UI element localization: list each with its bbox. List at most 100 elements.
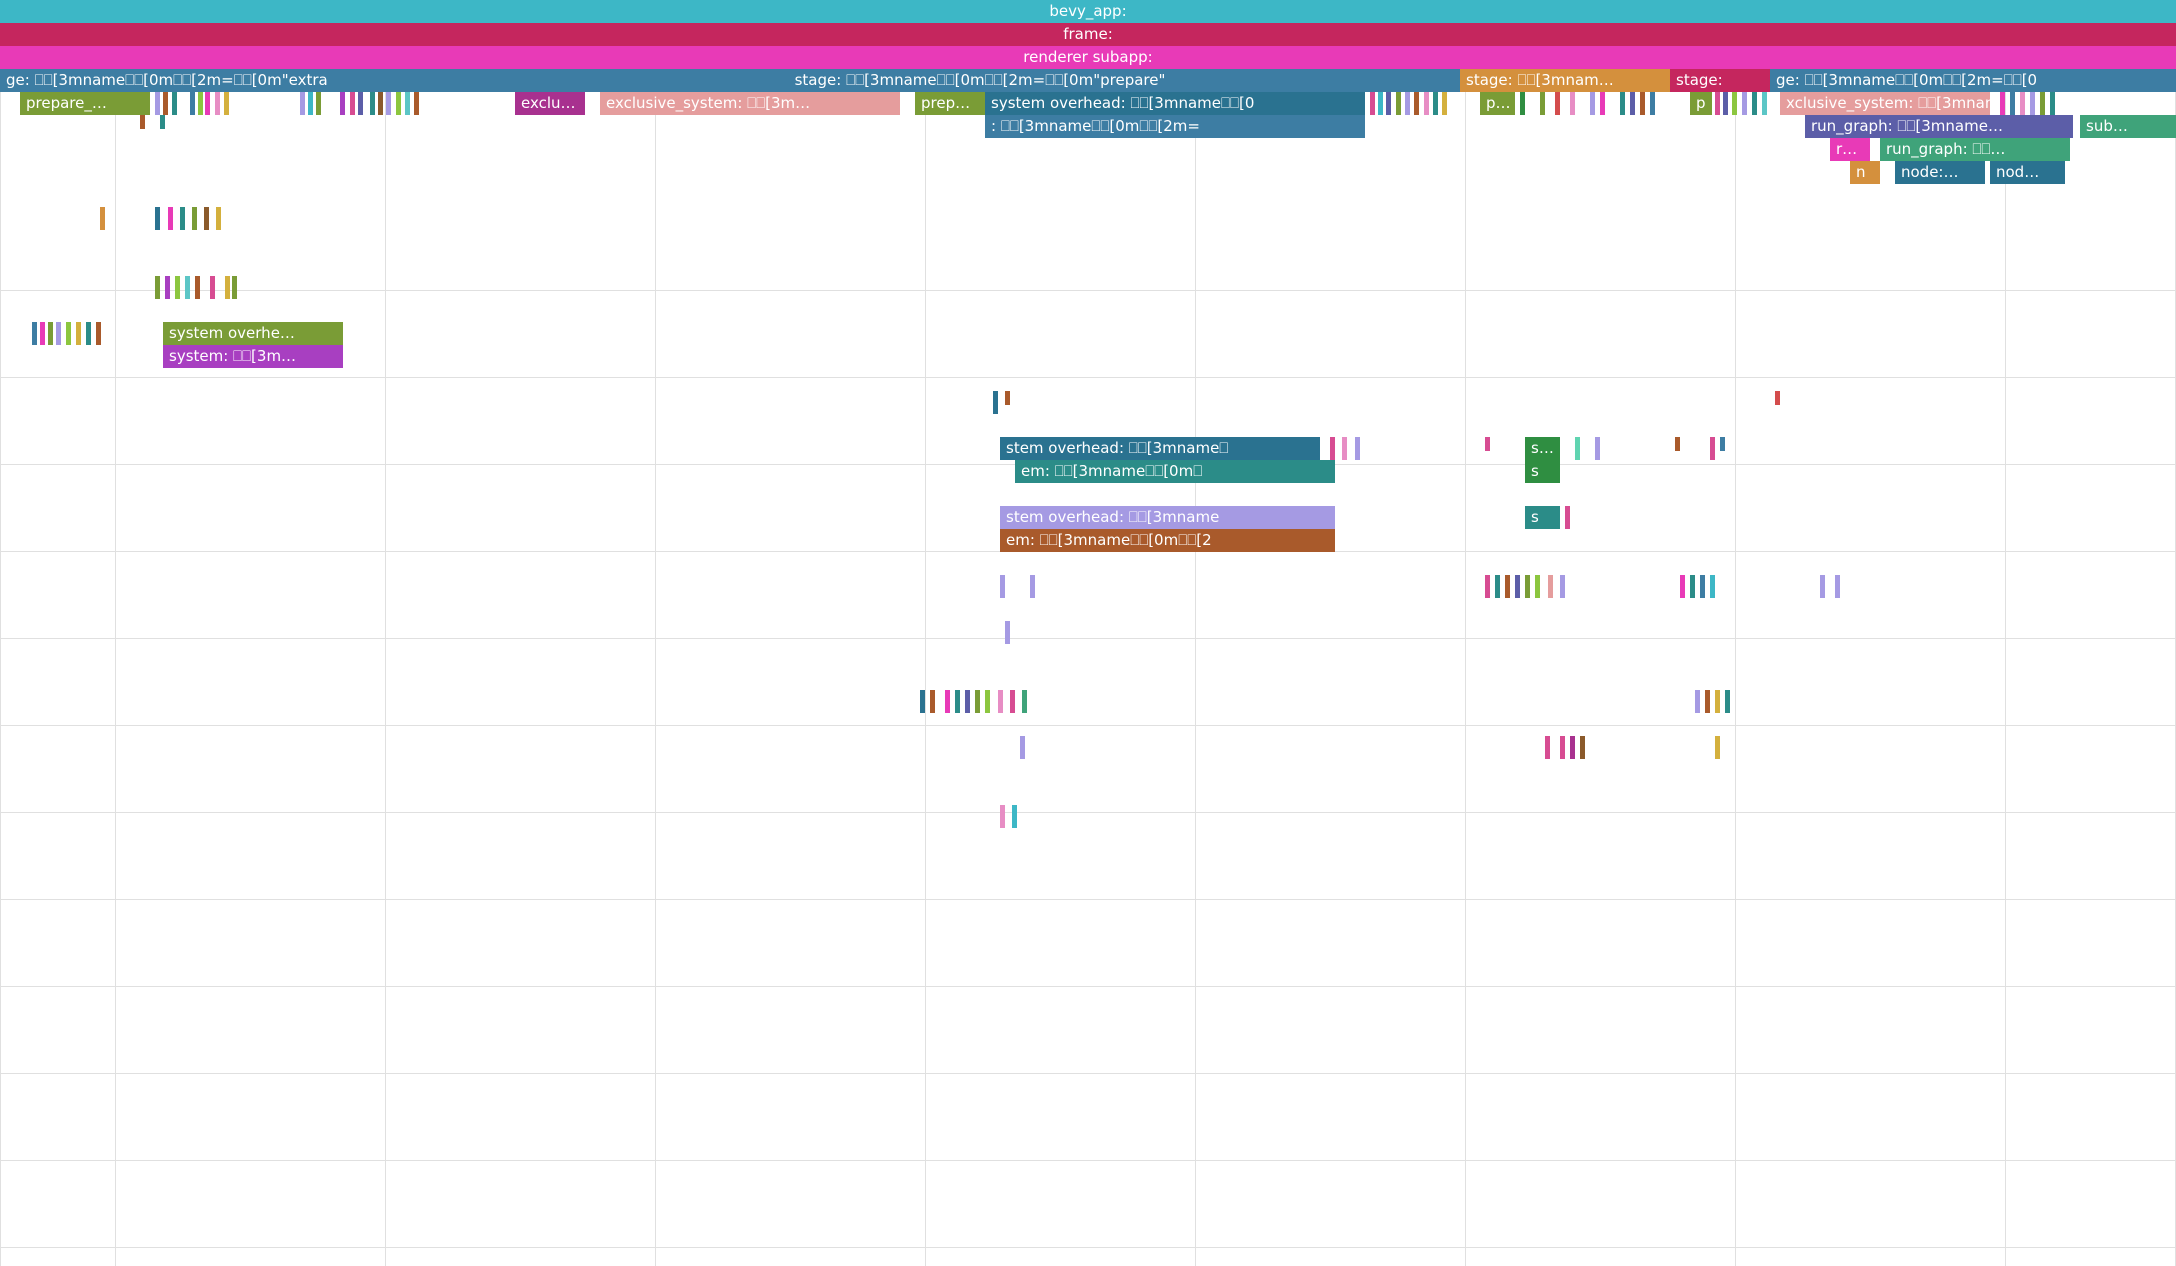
trace-tick[interactable] — [1022, 690, 1027, 713]
trace-tick[interactable] — [1820, 575, 1825, 598]
trace-tick[interactable] — [2020, 92, 2025, 115]
trace-span[interactable]: stage: ⎕⎕[3mname⎕⎕[0m⎕⎕[2m=⎕⎕[0m"prepare… — [500, 69, 1460, 92]
trace-tick[interactable] — [1405, 92, 1410, 115]
trace-tick[interactable] — [370, 92, 375, 115]
flame-timeline[interactable]: bevy_app:frame:renderer subapp:ge: ⎕⎕[3m… — [0, 0, 2176, 1266]
trace-tick[interactable] — [160, 115, 165, 129]
trace-tick[interactable] — [1705, 690, 1710, 713]
trace-span[interactable]: run_graph: ⎕⎕… — [1880, 138, 2070, 161]
trace-tick[interactable] — [1700, 575, 1705, 598]
trace-tick[interactable] — [48, 322, 53, 345]
trace-tick[interactable] — [1695, 690, 1700, 713]
trace-tick[interactable] — [1690, 575, 1695, 598]
trace-tick[interactable] — [358, 92, 363, 115]
trace-tick[interactable] — [1595, 437, 1600, 460]
trace-tick[interactable] — [1525, 575, 1530, 598]
trace-tick[interactable] — [975, 690, 980, 713]
trace-tick[interactable] — [1715, 690, 1720, 713]
trace-tick[interactable] — [1396, 92, 1401, 115]
trace-tick[interactable] — [1012, 805, 1017, 828]
trace-tick[interactable] — [1442, 92, 1447, 115]
trace-tick[interactable] — [1752, 92, 1757, 115]
trace-tick[interactable] — [1590, 92, 1595, 115]
trace-span[interactable]: : ⎕⎕[3mname⎕⎕[0m⎕⎕[2m= — [985, 115, 1365, 138]
trace-tick[interactable] — [1715, 92, 1720, 115]
trace-tick[interactable] — [168, 207, 173, 230]
trace-span[interactable]: s — [1525, 460, 1560, 483]
trace-tick[interactable] — [1650, 92, 1655, 115]
trace-span[interactable]: frame: — [0, 23, 2176, 46]
trace-span[interactable]: renderer subapp: — [0, 46, 2176, 69]
trace-tick[interactable] — [386, 92, 391, 115]
trace-tick[interactable] — [930, 690, 935, 713]
trace-tick[interactable] — [1005, 391, 1010, 405]
trace-tick[interactable] — [1775, 391, 1780, 405]
trace-tick[interactable] — [204, 207, 209, 230]
trace-tick[interactable] — [378, 92, 383, 115]
trace-tick[interactable] — [2050, 92, 2055, 115]
trace-tick[interactable] — [1710, 575, 1715, 598]
trace-tick[interactable] — [210, 276, 215, 299]
trace-span[interactable]: em: ⎕⎕[3mname⎕⎕[0m⎕⎕[2 — [1000, 529, 1335, 552]
trace-span[interactable]: stem overhead: ⎕⎕[3mname⎕ — [1000, 437, 1320, 460]
trace-tick[interactable] — [340, 92, 345, 115]
trace-tick[interactable] — [1762, 92, 1767, 115]
trace-tick[interactable] — [1575, 437, 1580, 460]
trace-span[interactable]: stage: — [1670, 69, 1770, 92]
trace-span[interactable]: node:… — [1895, 161, 1985, 184]
trace-tick[interactable] — [1723, 92, 1728, 115]
trace-tick[interactable] — [1720, 437, 1725, 451]
trace-tick[interactable] — [1710, 437, 1715, 460]
trace-tick[interactable] — [205, 92, 210, 115]
trace-tick[interactable] — [1010, 690, 1015, 713]
trace-tick[interactable] — [405, 92, 410, 115]
trace-tick[interactable] — [172, 92, 177, 115]
trace-span[interactable]: sub… — [2080, 115, 2176, 138]
trace-tick[interactable] — [86, 322, 91, 345]
trace-tick[interactable] — [1630, 92, 1635, 115]
trace-tick[interactable] — [198, 92, 203, 115]
trace-tick[interactable] — [40, 322, 45, 345]
trace-tick[interactable] — [32, 322, 37, 345]
trace-tick[interactable] — [1555, 92, 1560, 115]
trace-tick[interactable] — [955, 690, 960, 713]
trace-tick[interactable] — [396, 92, 401, 115]
trace-tick[interactable] — [1560, 736, 1565, 759]
trace-tick[interactable] — [155, 276, 160, 299]
trace-tick[interactable] — [216, 207, 221, 230]
trace-tick[interactable] — [163, 92, 168, 115]
trace-tick[interactable] — [76, 322, 81, 345]
trace-tick[interactable] — [180, 207, 185, 230]
trace-tick[interactable] — [1545, 736, 1550, 759]
trace-span[interactable]: system: ⎕⎕[3m… — [163, 345, 343, 368]
trace-tick[interactable] — [945, 690, 950, 713]
trace-tick[interactable] — [350, 92, 355, 115]
trace-span[interactable]: xclusive_system: ⎕⎕[3mname… — [1780, 92, 1990, 115]
trace-tick[interactable] — [185, 276, 190, 299]
trace-tick[interactable] — [155, 92, 160, 115]
trace-tick[interactable] — [1355, 437, 1360, 460]
trace-span[interactable]: prepare_… — [20, 92, 150, 115]
trace-tick[interactable] — [1386, 92, 1391, 115]
trace-tick[interactable] — [308, 92, 313, 115]
trace-tick[interactable] — [1520, 92, 1525, 115]
trace-tick[interactable] — [175, 276, 180, 299]
trace-tick[interactable] — [1732, 92, 1737, 115]
trace-tick[interactable] — [2030, 92, 2035, 115]
trace-tick[interactable] — [66, 322, 71, 345]
trace-span[interactable]: em: ⎕⎕[3mname⎕⎕[0m⎕ — [1015, 460, 1335, 483]
trace-tick[interactable] — [985, 690, 990, 713]
trace-tick[interactable] — [1535, 575, 1540, 598]
trace-tick[interactable] — [192, 207, 197, 230]
trace-tick[interactable] — [1675, 437, 1680, 451]
trace-tick[interactable] — [1640, 92, 1645, 115]
trace-tick[interactable] — [215, 92, 220, 115]
trace-tick[interactable] — [232, 276, 237, 299]
trace-span[interactable]: system overhead: ⎕⎕[3mname⎕⎕[0 — [985, 92, 1365, 115]
trace-tick[interactable] — [1835, 575, 1840, 598]
trace-span[interactable]: ge: ⎕⎕[3mname⎕⎕[0m⎕⎕[2m=⎕⎕[0 — [1770, 69, 2176, 92]
trace-tick[interactable] — [1485, 575, 1490, 598]
trace-span[interactable]: run_graph: ⎕⎕[3mname… — [1805, 115, 2073, 138]
trace-span[interactable]: s — [1525, 506, 1560, 529]
trace-tick[interactable] — [2000, 92, 2005, 115]
